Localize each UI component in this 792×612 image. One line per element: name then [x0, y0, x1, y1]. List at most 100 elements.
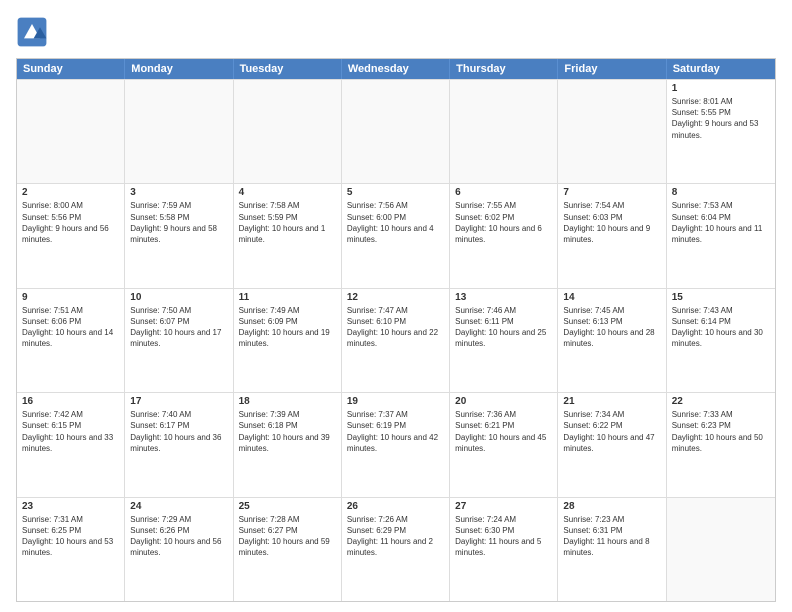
weekday-header-wednesday: Wednesday	[342, 59, 450, 79]
calendar-row-3: 9 Sunrise: 7:51 AM Sunset: 6:06 PM Daylig…	[17, 288, 775, 392]
day-number-9: 9	[22, 292, 119, 303]
empty-cell	[667, 498, 775, 601]
day-number-18: 18	[239, 396, 336, 407]
empty-cell	[450, 80, 558, 183]
day-number-23: 23	[22, 501, 119, 512]
day-info-23: Sunrise: 7:31 AM Sunset: 6:25 PM Dayligh…	[22, 514, 119, 559]
day-number-5: 5	[347, 187, 444, 198]
day-cell-18: 18 Sunrise: 7:39 AM Sunset: 6:18 PM Dayli…	[234, 393, 342, 496]
day-info-26: Sunrise: 7:26 AM Sunset: 6:29 PM Dayligh…	[347, 514, 444, 559]
day-info-7: Sunrise: 7:54 AM Sunset: 6:03 PM Dayligh…	[563, 200, 660, 245]
day-info-28: Sunrise: 7:23 AM Sunset: 6:31 PM Dayligh…	[563, 514, 660, 559]
day-cell-26: 26 Sunrise: 7:26 AM Sunset: 6:29 PM Dayli…	[342, 498, 450, 601]
day-cell-22: 22 Sunrise: 7:33 AM Sunset: 6:23 PM Dayli…	[667, 393, 775, 496]
calendar: SundayMondayTuesdayWednesdayThursdayFrid…	[16, 58, 776, 602]
day-cell-3: 3 Sunrise: 7:59 AM Sunset: 5:58 PM Daylig…	[125, 184, 233, 287]
empty-cell	[342, 80, 450, 183]
day-number-15: 15	[672, 292, 770, 303]
day-info-17: Sunrise: 7:40 AM Sunset: 6:17 PM Dayligh…	[130, 409, 227, 454]
day-cell-16: 16 Sunrise: 7:42 AM Sunset: 6:15 PM Dayli…	[17, 393, 125, 496]
day-number-7: 7	[563, 187, 660, 198]
day-number-11: 11	[239, 292, 336, 303]
calendar-row-2: 2Sunrise: 8:00 AM Sunset: 5:56 PM Daylig…	[17, 183, 775, 287]
day-cell-10: 10 Sunrise: 7:50 AM Sunset: 6:07 PM Dayli…	[125, 289, 233, 392]
weekday-header-tuesday: Tuesday	[234, 59, 342, 79]
weekday-header-sunday: Sunday	[17, 59, 125, 79]
empty-cell	[234, 80, 342, 183]
day-info-11: Sunrise: 7:49 AM Sunset: 6:09 PM Dayligh…	[239, 305, 336, 350]
day-info-24: Sunrise: 7:29 AM Sunset: 6:26 PM Dayligh…	[130, 514, 227, 559]
empty-cell	[558, 80, 666, 183]
day-cell-15: 15 Sunrise: 7:43 AM Sunset: 6:14 PM Dayli…	[667, 289, 775, 392]
day-info-22: Sunrise: 7:33 AM Sunset: 6:23 PM Dayligh…	[672, 409, 770, 454]
day-info-15: Sunrise: 7:43 AM Sunset: 6:14 PM Dayligh…	[672, 305, 770, 350]
weekday-header-thursday: Thursday	[450, 59, 558, 79]
day-number-20: 20	[455, 396, 552, 407]
day-number-25: 25	[239, 501, 336, 512]
day-number-24: 24	[130, 501, 227, 512]
day-cell-8: 8Sunrise: 7:53 AM Sunset: 6:04 PM Daylig…	[667, 184, 775, 287]
day-info-4: Sunrise: 7:58 AM Sunset: 5:59 PM Dayligh…	[239, 200, 336, 245]
day-cell-20: 20 Sunrise: 7:36 AM Sunset: 6:21 PM Dayli…	[450, 393, 558, 496]
day-number-10: 10	[130, 292, 227, 303]
day-cell-6: 6 Sunrise: 7:55 AM Sunset: 6:02 PM Daylig…	[450, 184, 558, 287]
day-cell-24: 24 Sunrise: 7:29 AM Sunset: 6:26 PM Dayli…	[125, 498, 233, 601]
day-info-9: Sunrise: 7:51 AM Sunset: 6:06 PM Dayligh…	[22, 305, 119, 350]
day-cell-23: 23 Sunrise: 7:31 AM Sunset: 6:25 PM Dayli…	[17, 498, 125, 601]
day-info-27: Sunrise: 7:24 AM Sunset: 6:30 PM Dayligh…	[455, 514, 552, 559]
empty-cell	[17, 80, 125, 183]
day-info-21: Sunrise: 7:34 AM Sunset: 6:22 PM Dayligh…	[563, 409, 660, 454]
calendar-row-1: 1 Sunrise: 8:01 AM Sunset: 5:55 PM Daylig…	[17, 79, 775, 183]
day-number-22: 22	[672, 396, 770, 407]
day-cell-14: 14Sunrise: 7:45 AM Sunset: 6:13 PM Dayli…	[558, 289, 666, 392]
weekday-header-saturday: Saturday	[667, 59, 775, 79]
day-info-6: Sunrise: 7:55 AM Sunset: 6:02 PM Dayligh…	[455, 200, 552, 245]
day-number-16: 16	[22, 396, 119, 407]
day-cell-4: 4Sunrise: 7:58 AM Sunset: 5:59 PM Daylig…	[234, 184, 342, 287]
empty-cell	[125, 80, 233, 183]
day-number-28: 28	[563, 501, 660, 512]
day-info-16: Sunrise: 7:42 AM Sunset: 6:15 PM Dayligh…	[22, 409, 119, 454]
day-cell-17: 17 Sunrise: 7:40 AM Sunset: 6:17 PM Dayli…	[125, 393, 233, 496]
day-number-6: 6	[455, 187, 552, 198]
day-number-3: 3	[130, 187, 227, 198]
day-number-13: 13	[455, 292, 552, 303]
day-info-18: Sunrise: 7:39 AM Sunset: 6:18 PM Dayligh…	[239, 409, 336, 454]
day-info-5: Sunrise: 7:56 AM Sunset: 6:00 PM Dayligh…	[347, 200, 444, 245]
day-cell-11: 11 Sunrise: 7:49 AM Sunset: 6:09 PM Dayli…	[234, 289, 342, 392]
day-cell-19: 19Sunrise: 7:37 AM Sunset: 6:19 PM Dayli…	[342, 393, 450, 496]
header	[16, 16, 776, 48]
day-number-17: 17	[130, 396, 227, 407]
day-number-19: 19	[347, 396, 444, 407]
calendar-body: 1 Sunrise: 8:01 AM Sunset: 5:55 PM Daylig…	[17, 79, 775, 601]
logo-icon	[16, 16, 48, 48]
day-info-12: Sunrise: 7:47 AM Sunset: 6:10 PM Dayligh…	[347, 305, 444, 350]
day-cell-5: 5 Sunrise: 7:56 AM Sunset: 6:00 PM Daylig…	[342, 184, 450, 287]
day-info-13: Sunrise: 7:46 AM Sunset: 6:11 PM Dayligh…	[455, 305, 552, 350]
day-cell-21: 21Sunrise: 7:34 AM Sunset: 6:22 PM Dayli…	[558, 393, 666, 496]
day-info-10: Sunrise: 7:50 AM Sunset: 6:07 PM Dayligh…	[130, 305, 227, 350]
day-cell-9: 9 Sunrise: 7:51 AM Sunset: 6:06 PM Daylig…	[17, 289, 125, 392]
weekday-header-monday: Monday	[125, 59, 233, 79]
day-number-12: 12	[347, 292, 444, 303]
day-number-26: 26	[347, 501, 444, 512]
day-info-25: Sunrise: 7:28 AM Sunset: 6:27 PM Dayligh…	[239, 514, 336, 559]
day-cell-27: 27 Sunrise: 7:24 AM Sunset: 6:30 PM Dayli…	[450, 498, 558, 601]
day-info-3: Sunrise: 7:59 AM Sunset: 5:58 PM Dayligh…	[130, 200, 227, 245]
day-cell-12: 12 Sunrise: 7:47 AM Sunset: 6:10 PM Dayli…	[342, 289, 450, 392]
day-number-2: 2	[22, 187, 119, 198]
day-number-14: 14	[563, 292, 660, 303]
day-cell-1: 1 Sunrise: 8:01 AM Sunset: 5:55 PM Daylig…	[667, 80, 775, 183]
day-cell-13: 13 Sunrise: 7:46 AM Sunset: 6:11 PM Dayli…	[450, 289, 558, 392]
day-info-1: Sunrise: 8:01 AM Sunset: 5:55 PM Dayligh…	[672, 96, 770, 141]
day-cell-28: 28 Sunrise: 7:23 AM Sunset: 6:31 PM Dayli…	[558, 498, 666, 601]
day-cell-25: 25 Sunrise: 7:28 AM Sunset: 6:27 PM Dayli…	[234, 498, 342, 601]
day-info-8: Sunrise: 7:53 AM Sunset: 6:04 PM Dayligh…	[672, 200, 770, 245]
day-number-1: 1	[672, 83, 770, 94]
day-cell-2: 2Sunrise: 8:00 AM Sunset: 5:56 PM Daylig…	[17, 184, 125, 287]
calendar-row-4: 16 Sunrise: 7:42 AM Sunset: 6:15 PM Dayli…	[17, 392, 775, 496]
calendar-row-5: 23 Sunrise: 7:31 AM Sunset: 6:25 PM Dayli…	[17, 497, 775, 601]
day-info-20: Sunrise: 7:36 AM Sunset: 6:21 PM Dayligh…	[455, 409, 552, 454]
calendar-header: SundayMondayTuesdayWednesdayThursdayFrid…	[17, 59, 775, 79]
day-number-27: 27	[455, 501, 552, 512]
